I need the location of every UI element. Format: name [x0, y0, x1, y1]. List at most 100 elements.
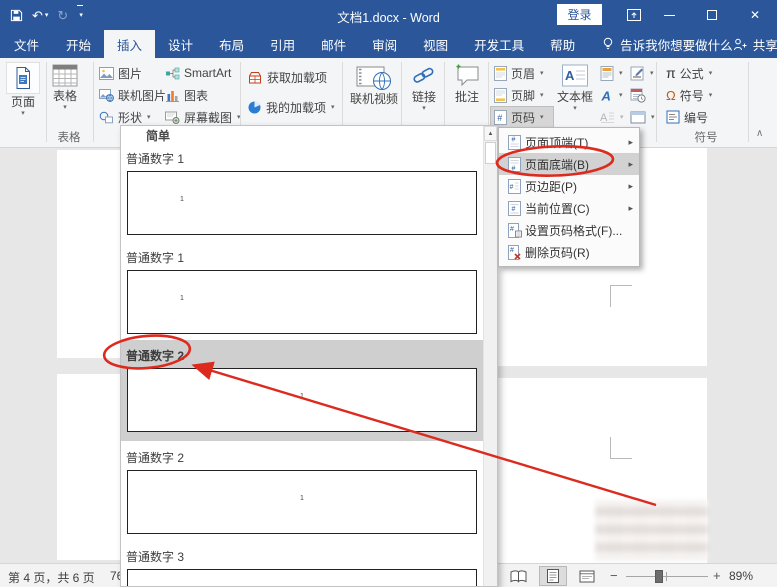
chevron-down-icon: ▾	[540, 92, 544, 99]
my-addins-icon	[248, 100, 261, 113]
gallery-item-plain-number-2-selected[interactable]: 普通数字 2 1	[121, 340, 483, 441]
menu-item-top-of-page[interactable]: # 页面顶端(T) ▸	[499, 131, 639, 153]
tab-references[interactable]: 引用	[257, 30, 308, 58]
tab-review[interactable]: 审阅	[359, 30, 410, 58]
menu-item-bottom-of-page[interactable]: # 页面底端(B) ▸	[499, 153, 639, 175]
gallery-item-plain-number-3[interactable]: 普通数字 3	[121, 534, 483, 586]
document-page[interactable]	[57, 374, 121, 560]
tab-home[interactable]: 开始	[53, 30, 104, 58]
store-icon	[249, 71, 261, 83]
tab-view[interactable]: 视图	[410, 30, 461, 58]
link-label: 链接	[411, 90, 436, 104]
chart-button[interactable]: 图表	[165, 85, 208, 105]
zoom-level[interactable]: 89%	[729, 569, 753, 583]
header-button[interactable]: 页眉 ▾	[494, 63, 544, 83]
sign-in-button[interactable]: 登录	[557, 4, 602, 25]
document-page[interactable]	[57, 150, 121, 358]
zoom-slider-track[interactable]	[626, 576, 708, 577]
object-icon	[630, 111, 646, 123]
drop-cap-button[interactable]: A ▾	[600, 107, 624, 127]
quick-parts-button[interactable]: ▾	[600, 63, 623, 83]
close-button[interactable]: ✕	[742, 0, 768, 30]
menu-item-remove-page-numbers[interactable]: # 删除页码(R)	[499, 241, 639, 263]
zoom-slider-center-tick	[666, 572, 667, 581]
table-button[interactable]: 表格 ▾	[52, 64, 78, 111]
zoom-slider-thumb[interactable]	[655, 570, 663, 583]
textbox-button[interactable]: A 文本框 ▾	[556, 63, 594, 112]
top-of-page-icon: #	[507, 134, 521, 150]
my-addins-button[interactable]: 我的加载项 ▾	[247, 97, 335, 117]
collapse-ribbon-button[interactable]: ∧	[756, 128, 763, 139]
ribbon-display-options-button[interactable]	[626, 7, 642, 28]
menu-item-current-position[interactable]: # 当前位置(C) ▸	[499, 197, 639, 219]
remove-page-numbers-icon: #	[507, 244, 521, 260]
tab-design[interactable]: 设计	[155, 30, 206, 58]
tab-developer[interactable]: 开发工具	[461, 30, 537, 58]
gallery-item-label: 普通数字 2	[126, 451, 185, 465]
textbox-label: 文本框	[556, 90, 593, 104]
share-button[interactable]: 共享	[733, 30, 777, 58]
tab-help[interactable]: 帮助	[537, 30, 588, 58]
symbol-button[interactable]: Ω 符号 ▾	[666, 85, 712, 105]
tab-insert[interactable]: 插入	[104, 30, 156, 58]
chevron-down-icon: ▾	[650, 70, 654, 77]
group-label-symbols: 符号	[694, 132, 718, 144]
print-layout-button[interactable]	[539, 566, 567, 586]
screenshot-icon	[165, 111, 180, 124]
scrollbar-thumb[interactable]	[485, 142, 496, 164]
redo-button[interactable]: ↻	[57, 6, 68, 26]
smartart-button[interactable]: SmartArt	[165, 63, 231, 83]
wordart-button[interactable]: A ▾	[600, 85, 623, 105]
date-time-button[interactable]	[630, 85, 646, 105]
footer-button[interactable]: 页脚 ▾	[494, 85, 544, 105]
web-layout-button[interactable]	[573, 566, 601, 586]
customize-qat-button[interactable]: ▾	[77, 5, 83, 26]
picture-button[interactable]: 图片	[99, 63, 142, 83]
shapes-button[interactable]: 形状 ▾	[99, 107, 151, 127]
tab-layout[interactable]: 布局	[206, 30, 257, 58]
tab-mailings[interactable]: 邮件	[308, 30, 359, 58]
scroll-up-icon[interactable]: ▲	[484, 126, 497, 141]
screenshot-button[interactable]: 屏幕截图 ▾	[165, 107, 241, 127]
tell-me-box[interactable]: 告诉我你想要做什么	[602, 30, 733, 58]
object-button[interactable]: ▾	[630, 107, 655, 127]
menu-item-format-page-numbers[interactable]: # 设置页码格式(F)...	[499, 219, 639, 241]
chevron-down-icon: ▾	[147, 114, 151, 121]
svg-text:#: #	[511, 136, 515, 143]
online-video-button[interactable]: 联机视频	[348, 63, 400, 106]
chevron-down-icon: ▾	[708, 92, 713, 99]
online-pictures-button[interactable]: 联机图片	[99, 85, 166, 105]
undo-button[interactable]: ↶ ▾	[32, 6, 48, 26]
maximize-button[interactable]	[699, 0, 725, 30]
gallery-item-label: 普通数字 1	[126, 152, 185, 166]
zoom-in-button[interactable]: +	[713, 568, 721, 583]
gallery-scrollbar[interactable]: ▲	[483, 126, 497, 586]
minimize-button[interactable]	[656, 0, 682, 30]
document-title: 文档1.docx - Word	[337, 11, 440, 25]
chevron-down-icon: ▾	[422, 105, 426, 112]
picture-label: 图片	[118, 66, 143, 81]
zoom-out-button[interactable]: −	[610, 568, 618, 583]
pages-button[interactable]: 页面 ▾	[6, 62, 40, 117]
lightbulb-icon	[603, 37, 613, 49]
gallery-item-plain-number-1[interactable]: 普通数字 1 1	[121, 235, 483, 334]
page-number-icon: #	[494, 109, 507, 125]
gallery-item-plain-number-2[interactable]: 普通数字 2 1	[121, 441, 483, 534]
tab-file[interactable]: 文件	[0, 30, 53, 58]
number-button[interactable]: 编号	[666, 107, 708, 127]
menu-item-label: 页面底端(B)	[525, 157, 589, 172]
get-addins-button[interactable]: 获取加载项	[247, 67, 327, 87]
page-number-button[interactable]: # 页码 ▾	[494, 107, 544, 127]
web-layout-icon	[579, 570, 595, 582]
save-button[interactable]	[10, 9, 23, 22]
equation-button[interactable]: π 公式 ▾	[666, 63, 712, 83]
page-indicator[interactable]: 第 4 页，共 6 页	[8, 569, 95, 586]
my-addins-label: 我的加载项	[266, 100, 327, 115]
comment-button[interactable]: 批注	[448, 63, 486, 104]
link-button[interactable]: 链接 ▾	[405, 63, 443, 112]
gallery-item-plain-number-1[interactable]: 普通数字 1 1	[121, 147, 483, 235]
menu-item-page-margins[interactable]: # 页边距(P) ▸	[499, 175, 639, 197]
date-time-icon	[630, 88, 646, 103]
signature-line-button[interactable]: ▾	[630, 63, 654, 83]
read-mode-button[interactable]	[504, 566, 532, 586]
